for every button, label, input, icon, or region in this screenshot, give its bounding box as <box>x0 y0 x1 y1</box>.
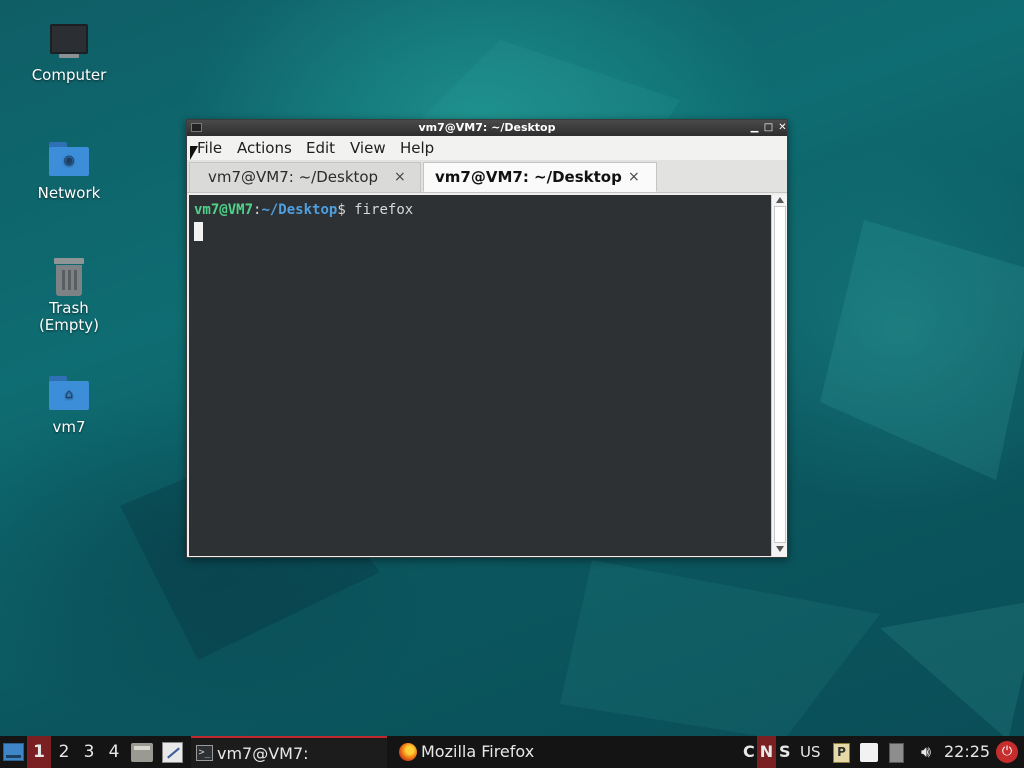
window-title: vm7@VM7: ~/Desktop <box>418 121 556 134</box>
desktop-icon-label: vm7 <box>52 418 86 436</box>
monitor-icon <box>47 22 91 62</box>
notes-icon[interactable] <box>860 743 878 762</box>
workspace-2[interactable]: 2 <box>52 736 76 768</box>
tab-terminal-1[interactable]: vm7@VM7: ~/Desktop × <box>189 162 421 192</box>
workspace-1[interactable]: 1 <box>27 736 51 768</box>
menu-bar: File Actions Edit View Help <box>187 136 787 160</box>
wallpaper-shape <box>560 560 880 736</box>
terminal-output[interactable]: vm7@VM7:~/Desktop$ firefox <box>189 195 771 556</box>
text-editor-launcher-icon[interactable] <box>162 742 183 763</box>
text-cursor <box>194 222 203 241</box>
removable-drive-icon[interactable] <box>889 743 904 763</box>
desktop-icon-computer[interactable]: Computer <box>14 22 124 84</box>
trash-icon <box>47 256 91 296</box>
tab-bar: vm7@VM7: ~/Desktop × vm7@VM7: ~/Desktop … <box>187 160 787 193</box>
firefox-icon <box>399 743 417 761</box>
volume-icon[interactable]: 🔊︎ <box>915 736 937 768</box>
scroll-lock-indicator: S <box>779 742 791 761</box>
task-label: vm7@VM7: ~/Deskt... <box>217 744 309 763</box>
desktop-icon-trash[interactable]: Trash (Empty) <box>14 256 124 334</box>
scroll-thumb[interactable] <box>774 206 786 543</box>
workspace-3[interactable]: 3 <box>77 736 101 768</box>
task-button-firefox[interactable]: Mozilla Firefox <box>397 736 557 768</box>
window-titlebar[interactable]: vm7@VM7: ~/Desktop ▁ □ ✕ <box>187 120 787 136</box>
maximize-button[interactable]: □ <box>762 120 775 136</box>
home-folder-icon: ⌂ <box>47 374 91 414</box>
desktop-icon-label: Trash (Empty) <box>38 299 100 334</box>
wallpaper-shape <box>820 220 1024 480</box>
keyboard-layout-indicator[interactable]: US <box>800 736 824 768</box>
prompt-user: vm7@VM7 <box>194 202 254 218</box>
minimize-button[interactable]: ▁ <box>748 120 761 136</box>
close-button[interactable]: ✕ <box>776 120 789 136</box>
file-manager-launcher-icon[interactable] <box>131 743 153 762</box>
terminal-icon <box>191 123 202 132</box>
scroll-down-arrow-icon[interactable] <box>776 546 784 552</box>
desktop-icon-label: Network <box>37 184 101 202</box>
menu-actions[interactable]: Actions <box>237 139 292 157</box>
tab-close-icon[interactable]: × <box>628 163 640 191</box>
desktop-background: Computer ◉ Network Trash (Empty) ⌂ vm7 v… <box>0 0 1024 736</box>
typed-command: firefox <box>354 202 414 218</box>
desktop-icon-label: Computer <box>31 66 107 84</box>
menu-view[interactable]: View <box>350 139 386 157</box>
num-lock-indicator: N <box>757 736 776 768</box>
clipboard-manager-icon[interactable]: P <box>833 743 850 763</box>
power-icon[interactable]: ⏻ <box>996 741 1018 763</box>
desktop-icon-home[interactable]: ⌂ vm7 <box>14 374 124 436</box>
prompt-path: ~/Desktop <box>261 202 338 218</box>
taskbar: 1 2 3 4 >_ vm7@VM7: ~/Deskt... Mozilla F… <box>0 736 1024 768</box>
tab-label: vm7@VM7: ~/Desktop <box>435 168 622 186</box>
prompt-symbol: $ <box>337 202 355 218</box>
clock[interactable]: 22:25 <box>944 736 992 768</box>
menu-file[interactable]: File <box>197 139 222 157</box>
tab-terminal-2[interactable]: vm7@VM7: ~/Desktop × <box>423 162 657 192</box>
caps-lock-indicator: C <box>743 742 755 761</box>
tab-label: vm7@VM7: ~/Desktop <box>208 168 379 186</box>
menu-help[interactable]: Help <box>400 139 434 157</box>
task-label: Mozilla Firefox <box>421 742 535 761</box>
terminal-window[interactable]: vm7@VM7: ~/Desktop ▁ □ ✕ File Actions Ed… <box>186 119 788 558</box>
mouse-pointer-icon <box>190 146 198 160</box>
scroll-up-arrow-icon[interactable] <box>776 197 784 203</box>
menu-edit[interactable]: Edit <box>306 139 335 157</box>
network-folder-icon: ◉ <box>47 140 91 180</box>
tab-close-icon[interactable]: × <box>394 163 406 191</box>
vertical-scrollbar[interactable] <box>771 195 787 556</box>
task-button-terminal[interactable]: >_ vm7@VM7: ~/Deskt... <box>191 736 387 768</box>
desktop-icon-network[interactable]: ◉ Network <box>14 140 124 202</box>
terminal-icon: >_ <box>196 745 213 761</box>
applications-menu-icon[interactable] <box>3 743 24 761</box>
workspace-4[interactable]: 4 <box>102 736 126 768</box>
prompt-line: vm7@VM7:~/Desktop$ firefox <box>194 202 413 218</box>
wallpaper-shape <box>880 600 1024 736</box>
